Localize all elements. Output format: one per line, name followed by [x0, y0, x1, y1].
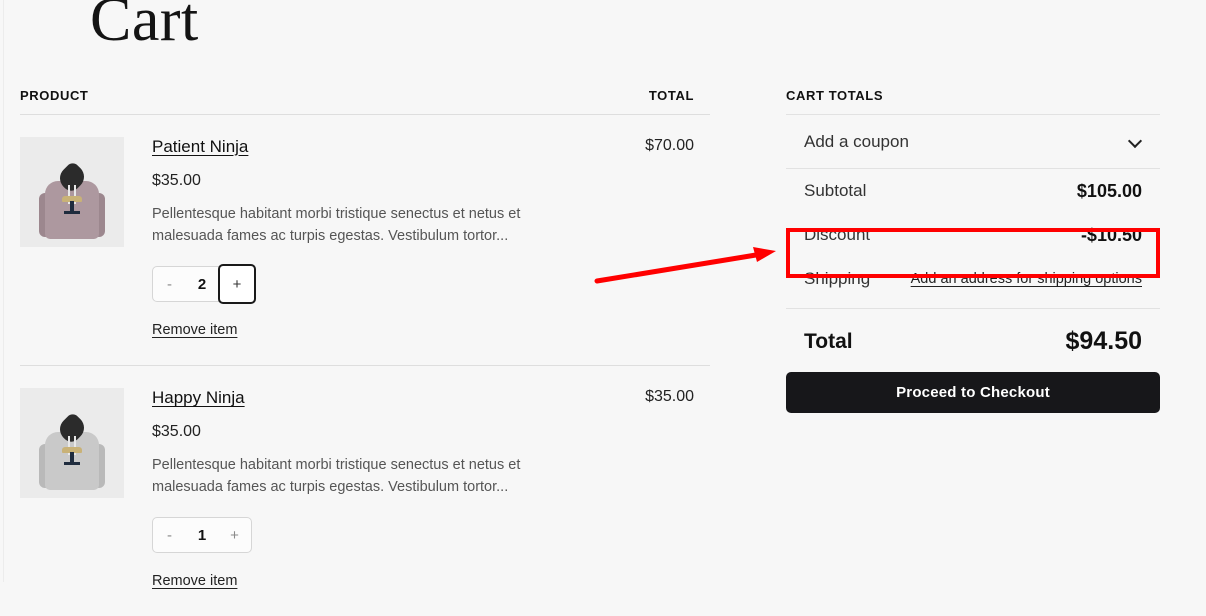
remove-item-link[interactable]: Remove item — [152, 573, 237, 589]
hoodie-graphic — [62, 196, 82, 214]
hoodie-image — [39, 411, 105, 491]
cart-product-table: PRODUCT TOTAL Patient Ninja $35.00 Pelle… — [20, 88, 710, 616]
product-thumbnail-wrap[interactable] — [20, 388, 124, 590]
table-row: Patient Ninja $35.00 Pellentesque habita… — [20, 115, 710, 367]
product-thumbnail[interactable] — [20, 388, 124, 499]
grand-total-value: $94.50 — [1065, 327, 1142, 355]
product-line-total: $35.00 — [645, 388, 694, 406]
product-description: Pellentesque habitant morbi tristique se… — [152, 457, 521, 496]
discount-row: Discount -$10.50 — [786, 213, 1160, 257]
product-description: Pellentesque habitant morbi tristique se… — [152, 206, 521, 245]
subtotal-value: $105.00 — [1076, 180, 1142, 201]
column-header-total: TOTAL — [648, 88, 694, 103]
chevron-down-icon[interactable] — [1129, 135, 1142, 148]
product-line-total: $70.00 — [645, 137, 694, 154]
product-unit-price: $35.00 — [152, 423, 201, 441]
quantity-decrement-button[interactable]: - — [153, 267, 186, 301]
product-unit-price: $35.00 — [152, 172, 201, 189]
remove-item-link[interactable]: Remove item — [152, 322, 237, 338]
quantity-value: 1 — [197, 526, 207, 544]
subtotal-row: Subtotal $105.00 — [786, 169, 1160, 213]
quantity-increment-button[interactable]: + — [218, 518, 251, 552]
grand-total-row: Total $94.50 — [786, 309, 1160, 372]
quantity-decrement-button[interactable]: - — [153, 518, 186, 552]
shipping-label: Shipping — [804, 269, 871, 288]
hoodie-graphic — [62, 447, 82, 466]
shipping-address-link[interactable]: Add an address for shipping options — [911, 271, 1142, 287]
hoodie-image — [39, 160, 105, 239]
quantity-stepper[interactable]: - 2 + — [152, 264, 256, 305]
quantity-increment-button[interactable]: + — [218, 264, 256, 305]
column-header-product: PRODUCT — [20, 88, 89, 103]
add-coupon-row[interactable]: Add a coupon — [786, 115, 1160, 169]
cart-page: Cart PRODUCT TOTAL Patient Ninja $35.00 … — [0, 0, 1206, 589]
subtotal-label: Subtotal — [804, 181, 867, 200]
product-details: Patient Ninja $35.00 Pellentesque habita… — [152, 137, 590, 339]
quantity-value: 2 — [197, 275, 207, 293]
add-coupon-label: Add a coupon — [804, 131, 909, 151]
shipping-row: Shipping Add an address for shipping opt… — [786, 257, 1160, 301]
cart-totals-heading: CART TOTALS — [786, 88, 1160, 115]
page-left-edge — [3, 0, 4, 582]
grand-total-label: Total — [804, 329, 853, 353]
proceed-to-checkout-button[interactable]: Proceed to Checkout — [786, 372, 1160, 413]
product-name-link[interactable]: Happy Ninja — [152, 388, 245, 408]
quantity-stepper[interactable]: - 1 + — [152, 517, 252, 554]
cart-totals-panel: CART TOTALS Add a coupon Subtotal $105.0… — [786, 88, 1160, 413]
product-name-link[interactable]: Patient Ninja — [152, 137, 248, 157]
page-title: Cart — [90, 0, 199, 54]
product-thumbnail[interactable] — [20, 137, 124, 247]
discount-label: Discount — [804, 225, 871, 244]
product-thumbnail-wrap[interactable] — [20, 137, 124, 339]
table-row: Happy Ninja $35.00 Pellentesque habitant… — [20, 366, 710, 616]
table-header-row: PRODUCT TOTAL — [20, 88, 710, 115]
product-details: Happy Ninja $35.00 Pellentesque habitant… — [152, 388, 590, 590]
discount-value: -$10.50 — [1080, 224, 1142, 245]
